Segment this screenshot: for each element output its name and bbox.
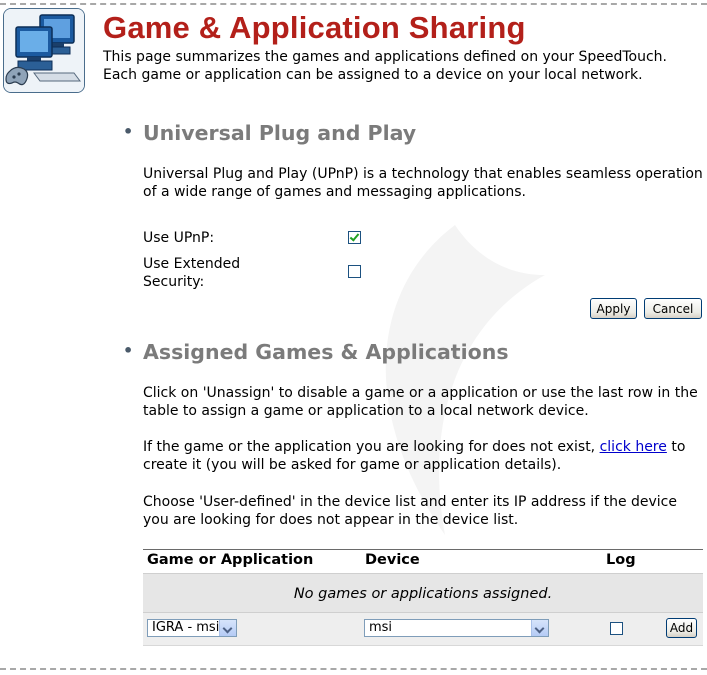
device-select[interactable]: msi	[364, 619, 549, 637]
create-game-text-before: If the game or the application you are l…	[143, 439, 600, 455]
empty-table-message: No games or applications assigned.	[143, 573, 703, 612]
game-select-value: IGRA - msi	[152, 620, 220, 635]
device-select-value: msi	[369, 620, 393, 635]
extended-security-checkbox[interactable]	[348, 265, 361, 278]
section-heading-assigned: • Assigned Games & Applications	[123, 340, 509, 364]
page-title: Game & Application Sharing	[103, 10, 526, 45]
bullet-icon: •	[123, 341, 134, 360]
bullet-icon: •	[123, 122, 134, 141]
add-button[interactable]: Add	[666, 618, 697, 638]
section-heading-upnp: • Universal Plug and Play	[123, 121, 417, 145]
computer-network-logo-icon	[3, 8, 85, 93]
column-header-device: Device	[365, 552, 420, 568]
assigned-instructions: Click on 'Unassign' to disable a game or…	[143, 385, 698, 419]
use-upnp-label: Use UPnP:	[143, 230, 215, 246]
cancel-button[interactable]: Cancel	[644, 298, 702, 319]
extended-security-label: Use Extended Security:	[143, 256, 241, 290]
table-top-border	[143, 549, 703, 550]
game-select[interactable]: IGRA - msi	[147, 619, 237, 637]
upnp-description: Universal Plug and Play (UPnP) is a tech…	[143, 166, 703, 200]
user-defined-hint: Choose 'User-defined' in the device list…	[143, 494, 677, 528]
column-header-log: Log	[606, 552, 636, 568]
dropdown-arrow-icon	[219, 620, 236, 636]
page-intro: This page summarizes the games and appli…	[103, 49, 667, 83]
log-checkbox[interactable]	[610, 622, 623, 635]
click-here-link[interactable]: click here	[600, 439, 667, 455]
column-header-game: Game or Application	[147, 552, 314, 568]
create-game-paragraph: If the game or the application you are l…	[143, 438, 703, 474]
bottom-divider	[0, 668, 707, 670]
use-upnp-checkbox[interactable]	[348, 231, 361, 244]
apply-button[interactable]: Apply	[590, 298, 637, 319]
dropdown-arrow-icon	[531, 620, 548, 636]
top-divider	[0, 3, 707, 5]
